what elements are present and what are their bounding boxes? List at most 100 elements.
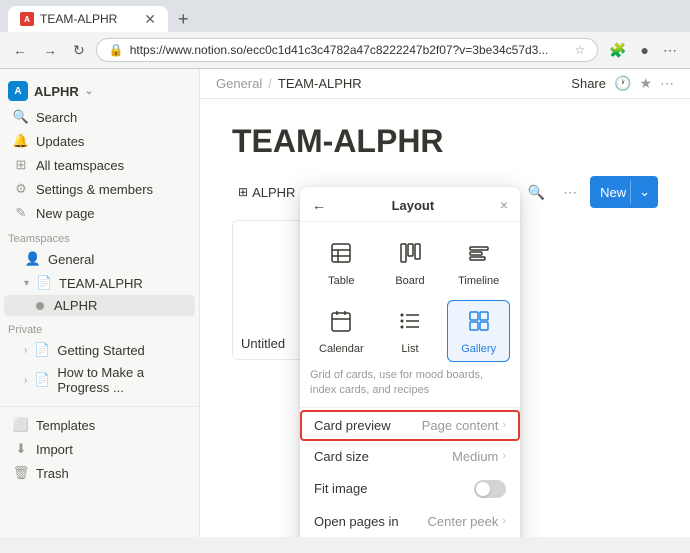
new-dropdown-arrow[interactable]: ⌄ xyxy=(630,180,658,204)
reload-button[interactable]: ↻ xyxy=(68,39,90,62)
card-size-chevron: › xyxy=(502,450,506,462)
history-button[interactable]: 🕐 xyxy=(614,75,631,92)
card-preview-row[interactable]: Card preview Page content › xyxy=(300,410,520,441)
how-to-icon: 📄 xyxy=(33,371,51,389)
board-icon xyxy=(398,241,422,271)
popup-divider xyxy=(300,407,520,408)
new-tab-button[interactable]: + xyxy=(172,7,195,32)
card-preview-value-text: Page content xyxy=(422,418,499,433)
layout-option-timeline[interactable]: Timeline xyxy=(447,232,510,294)
trash-icon: 🗑 xyxy=(12,464,30,482)
sidebar: A ALPHR ⌄ 🔍 Search 🔔 Updates ⊞ All teams… xyxy=(0,69,200,537)
page-content: TEAM-ALPHR ⊞ ALPHR ⌄ Filter Sort 🔍 ⋯ New… xyxy=(200,99,690,537)
workspace-avatar: A xyxy=(8,81,28,101)
breadcrumb-separator: / xyxy=(268,76,272,91)
browser-toolbar: ← → ↻ 🔒 https://www.notion.so/ecc0c1d41c… xyxy=(0,32,690,69)
layout-popup: ← Layout × xyxy=(300,187,520,537)
sidebar-search-label: Search xyxy=(36,110,77,125)
sidebar-item-team-alphr[interactable]: ▾ 📄 TEAM-ALPHR xyxy=(4,271,195,295)
layout-option-list[interactable]: List xyxy=(379,300,442,362)
layout-description: Grid of cards, use for mood boards, inde… xyxy=(300,368,520,407)
import-icon: ⬇ xyxy=(12,440,30,458)
bookmark-icon: ☆ xyxy=(574,43,585,57)
browser-tab[interactable]: A TEAM-ALPHR ✕ xyxy=(8,6,168,32)
popup-back-button[interactable]: ← xyxy=(312,197,326,213)
card-preview-chevron: › xyxy=(502,419,506,431)
browser-chrome: A TEAM-ALPHR ✕ + ← → ↻ 🔒 https://www.not… xyxy=(0,0,690,69)
timeline-icon xyxy=(467,241,491,271)
team-alphr-icon: 📄 xyxy=(35,274,53,292)
page-title: TEAM-ALPHR xyxy=(232,123,658,160)
breadcrumb-part1: General xyxy=(216,76,262,91)
address-bar[interactable]: 🔒 https://www.notion.so/ecc0c1d41c3c4782… xyxy=(96,38,598,62)
card-size-value-text: Medium xyxy=(452,449,498,464)
fit-image-toggle[interactable] xyxy=(474,480,506,498)
open-pages-value: Center peek › xyxy=(428,514,507,529)
sidebar-item-new-page[interactable]: ✎ New page xyxy=(4,201,195,225)
favorite-button[interactable]: ★ xyxy=(639,75,652,92)
sidebar-item-templates[interactable]: ⬜ Templates xyxy=(4,413,195,437)
timeline-label: Timeline xyxy=(458,275,499,287)
layout-option-table[interactable]: Table xyxy=(310,232,373,294)
search-view-button[interactable]: 🔍 xyxy=(523,181,550,204)
gallery-label: Gallery xyxy=(461,343,496,355)
sidebar-item-alphr[interactable]: ALPHR xyxy=(4,295,195,316)
teamspaces-icon: ⊞ xyxy=(12,156,30,174)
sidebar-updates-label: Updates xyxy=(36,134,84,149)
sidebar-import-label: Import xyxy=(36,442,73,457)
sidebar-newpage-label: New page xyxy=(36,206,95,221)
main-content: General / TEAM-ALPHR Share 🕐 ★ ⋯ TEAM-AL… xyxy=(200,69,690,537)
card-size-row[interactable]: Card size Medium › xyxy=(300,441,520,472)
fit-image-row[interactable]: Fit image xyxy=(300,472,520,506)
popup-header: ← Layout × xyxy=(300,187,520,222)
card-preview-label: Card preview xyxy=(314,418,391,433)
sidebar-item-trash[interactable]: 🗑 Trash xyxy=(4,461,195,485)
sidebar-item-all-teamspaces[interactable]: ⊞ All teamspaces xyxy=(4,153,195,177)
card-size-label: Card size xyxy=(314,449,369,464)
view-more-button[interactable]: ⋯ xyxy=(558,181,582,204)
breadcrumb-current: TEAM-ALPHR xyxy=(278,76,362,91)
alphr-dot xyxy=(36,302,44,310)
sidebar-item-search[interactable]: 🔍 Search xyxy=(4,105,195,129)
list-label: List xyxy=(401,343,418,355)
sidebar-templates-label: Templates xyxy=(36,418,95,433)
popup-close-button[interactable]: × xyxy=(500,197,508,213)
popup-title: Layout xyxy=(392,198,435,213)
sidebar-item-settings[interactable]: ⚙ Settings & members xyxy=(4,177,195,201)
private-section-label: Private xyxy=(0,316,199,338)
team-alphr-chevron: ▾ xyxy=(24,278,29,289)
sidebar-item-general[interactable]: 👤 General xyxy=(4,247,195,271)
open-pages-row[interactable]: Open pages in Center peek › xyxy=(300,506,520,537)
extensions-button[interactable]: 🧩 xyxy=(604,39,631,62)
sidebar-teamspaces-label: All teamspaces xyxy=(36,158,124,173)
sidebar-item-getting-started[interactable]: › 📄 Getting Started xyxy=(4,338,195,362)
tab-close-button[interactable]: ✕ xyxy=(144,12,156,26)
sidebar-getting-started-label: Getting Started xyxy=(57,343,144,358)
calendar-icon xyxy=(329,309,353,339)
search-icon: 🔍 xyxy=(12,108,30,126)
view-grid-icon: ⊞ xyxy=(238,185,248,199)
layout-option-gallery[interactable]: Gallery xyxy=(447,300,510,362)
more-header-button[interactable]: ⋯ xyxy=(660,75,674,92)
fit-image-label: Fit image xyxy=(314,481,367,496)
sidebar-item-import[interactable]: ⬇ Import xyxy=(4,437,195,461)
calendar-label: Calendar xyxy=(319,343,364,355)
settings-icon: ⚙ xyxy=(12,180,30,198)
forward-button[interactable]: → xyxy=(38,39,62,61)
main-header: General / TEAM-ALPHR Share 🕐 ★ ⋯ xyxy=(200,69,690,99)
browser-titlebar: A TEAM-ALPHR ✕ + xyxy=(0,0,690,32)
new-label: New xyxy=(600,185,626,200)
profile-button[interactable]: ● xyxy=(636,39,654,61)
share-button[interactable]: Share xyxy=(571,76,606,91)
sidebar-item-updates[interactable]: 🔔 Updates xyxy=(4,129,195,153)
layout-option-calendar[interactable]: Calendar xyxy=(310,300,373,362)
browser-toolbar-icons: 🧩 ● ⋯ xyxy=(604,39,682,62)
layout-option-board[interactable]: Board xyxy=(379,232,442,294)
new-button[interactable]: New ⌄ xyxy=(590,176,658,208)
more-options-button[interactable]: ⋯ xyxy=(658,39,682,62)
sidebar-item-how-to[interactable]: › 📄 How to Make a Progress ... xyxy=(4,362,195,398)
workspace-name[interactable]: A ALPHR ⌄ xyxy=(8,81,93,101)
updates-icon: 🔔 xyxy=(12,132,30,150)
back-button[interactable]: ← xyxy=(8,39,32,61)
card-title: Untitled xyxy=(241,336,285,351)
